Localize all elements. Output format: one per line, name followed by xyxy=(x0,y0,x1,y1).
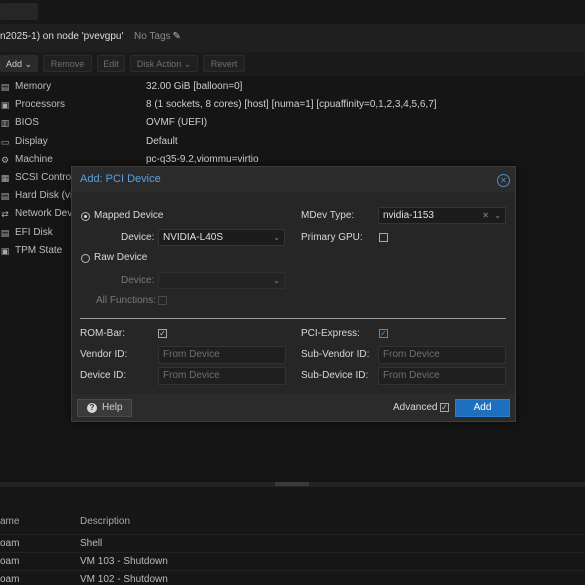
sub-vendor-id-input[interactable]: From Device xyxy=(378,346,506,364)
hardware-label: Machine xyxy=(15,153,53,165)
splitter-grip[interactable] xyxy=(275,482,309,486)
help-button-label: Help xyxy=(102,402,123,413)
hardware-row[interactable]: ▣ Processors 8 (1 sockets, 8 cores) [host]… xyxy=(0,96,585,114)
clear-icon[interactable]: ✕ xyxy=(482,208,489,223)
task-name[interactable]: oam xyxy=(0,538,19,549)
hardware-label: Network Device xyxy=(15,208,73,220)
add-button[interactable]: Add ⌄ xyxy=(0,55,38,72)
tags-label: No Tags xyxy=(134,31,171,42)
close-icon[interactable]: ✕ xyxy=(497,174,510,187)
tags[interactable]: No Tags ✎ xyxy=(134,31,181,42)
advanced-label: Advanced xyxy=(393,402,438,413)
col-header-name[interactable]: ame xyxy=(0,516,19,527)
primary-gpu-label: Primary GPU: xyxy=(301,232,363,243)
rom-bar-label: ROM-Bar: xyxy=(80,328,125,339)
mdev-type-label: MDev Type: xyxy=(301,210,355,221)
help-icon: ? xyxy=(87,403,97,413)
disk-action-label: Disk Action xyxy=(136,59,182,69)
hardware-label: SCSI Controller xyxy=(15,172,73,183)
hardware-value: 32.00 GiB [balloon=0] xyxy=(146,81,243,92)
mapped-device-radio[interactable] xyxy=(81,212,90,221)
primary-gpu-checkbox[interactable] xyxy=(379,233,388,242)
chevron-down-icon: ⌄ xyxy=(273,233,280,242)
device-select-value: NVIDIA-L40S xyxy=(163,232,224,243)
col-header-description[interactable]: Description xyxy=(80,516,130,527)
device-label: Device: xyxy=(121,232,155,243)
top-tab[interactable] xyxy=(0,3,38,20)
hardware-row[interactable]: ▤ Memory 32.00 GiB [balloon=0] xyxy=(0,78,585,96)
scsi-icon: ▦ xyxy=(0,173,10,183)
vendor-id-input[interactable]: From Device xyxy=(158,346,286,364)
hardware-row[interactable]: ▭ Display Default xyxy=(0,133,585,151)
advanced-checkbox[interactable]: ✓ xyxy=(440,403,449,412)
raw-device-field-label: Device: xyxy=(121,275,155,286)
raw-device-label: Raw Device xyxy=(94,252,148,263)
sub-device-id-input[interactable]: From Device xyxy=(378,367,506,385)
harddisk-icon: ▤ xyxy=(0,191,10,202)
task-description[interactable]: Shell xyxy=(80,538,102,549)
task-description[interactable]: VM 102 - Shutdown xyxy=(80,574,168,585)
efi-disk-icon: ▤ xyxy=(0,227,10,238)
section-divider xyxy=(80,318,506,319)
device-select[interactable]: NVIDIA-L40S ⌄ xyxy=(158,229,285,246)
raw-device-select[interactable]: ⌄ xyxy=(158,272,285,289)
all-functions-checkbox[interactable] xyxy=(158,296,167,305)
chevron-down-icon: ⌄ xyxy=(494,211,501,220)
revert-button[interactable]: Revert xyxy=(203,55,245,72)
hardware-label: Memory xyxy=(15,81,52,92)
hardware-label: EFI Disk xyxy=(15,226,53,238)
tpm-icon: ▣ xyxy=(0,245,10,256)
disk-action-button[interactable]: Disk Action ⌄ xyxy=(130,55,198,72)
hardware-row[interactable]: ▥ BIOS OVMF (UEFI) xyxy=(0,114,585,132)
chevron-down-icon: ⌄ xyxy=(183,59,192,69)
task-name[interactable]: oam xyxy=(0,556,19,567)
edit-button[interactable]: Edit xyxy=(97,55,125,72)
mapped-device-label: Mapped Device xyxy=(94,210,164,221)
hardware-value: 8 (1 sockets, 8 cores) [host] [numa=1] [… xyxy=(146,99,437,111)
mdev-type-value: nvidia-1153 xyxy=(383,210,434,221)
machine-icon: ⚙ xyxy=(0,154,10,165)
sub-device-id-label: Sub-Device ID: xyxy=(301,370,369,381)
dialog-title: Add: PCI Device xyxy=(80,173,161,185)
vendor-id-label: Vendor ID: xyxy=(80,349,128,360)
help-button[interactable]: ? Help xyxy=(77,399,132,417)
cpu-icon: ▣ xyxy=(0,100,10,111)
row-divider xyxy=(0,552,585,553)
chevron-down-icon: ⌄ xyxy=(24,59,33,69)
rom-bar-checkbox[interactable]: ✓ xyxy=(158,329,167,338)
mdev-type-select[interactable]: nvidia-1153 ✕ ⌄ xyxy=(378,207,506,224)
hardware-value: Default xyxy=(146,135,178,147)
hardware-label: BIOS xyxy=(15,117,39,129)
pci-express-label: PCI-Express: xyxy=(301,328,360,339)
device-id-input[interactable]: From Device xyxy=(158,367,286,385)
hardware-label: Display xyxy=(15,135,48,147)
top-bar xyxy=(0,0,585,24)
row-divider xyxy=(0,534,585,535)
vm-title: n2025-1) on node 'pvevgpu' xyxy=(0,31,124,42)
row-divider xyxy=(0,570,585,571)
device-id-label: Device ID: xyxy=(80,370,127,381)
add-button-label: Add xyxy=(5,59,22,69)
pci-express-checkbox[interactable]: ✓ xyxy=(379,329,388,338)
task-description[interactable]: VM 103 - Shutdown xyxy=(80,556,168,567)
remove-button[interactable]: Remove xyxy=(43,55,92,72)
hardware-label: Processors xyxy=(15,99,66,111)
display-icon: ▭ xyxy=(0,136,10,147)
sub-vendor-id-label: Sub-Vendor ID: xyxy=(301,349,370,360)
bios-icon: ▥ xyxy=(0,118,10,129)
pencil-icon[interactable]: ✎ xyxy=(173,31,181,42)
task-name[interactable]: oam xyxy=(0,574,19,585)
hardware-label: TPM State xyxy=(15,244,63,256)
hardware-label: Hard Disk (virtio0) xyxy=(15,190,73,202)
raw-device-radio[interactable] xyxy=(81,254,90,263)
chevron-down-icon: ⌄ xyxy=(273,276,280,285)
all-functions-label: All Functions: xyxy=(96,295,157,306)
network-icon: ⇄ xyxy=(1,209,9,220)
dialog-add-button[interactable]: Add xyxy=(455,399,510,417)
memory-icon: ▤ xyxy=(0,82,10,92)
hardware-value: OVMF (UEFI) xyxy=(146,117,208,129)
